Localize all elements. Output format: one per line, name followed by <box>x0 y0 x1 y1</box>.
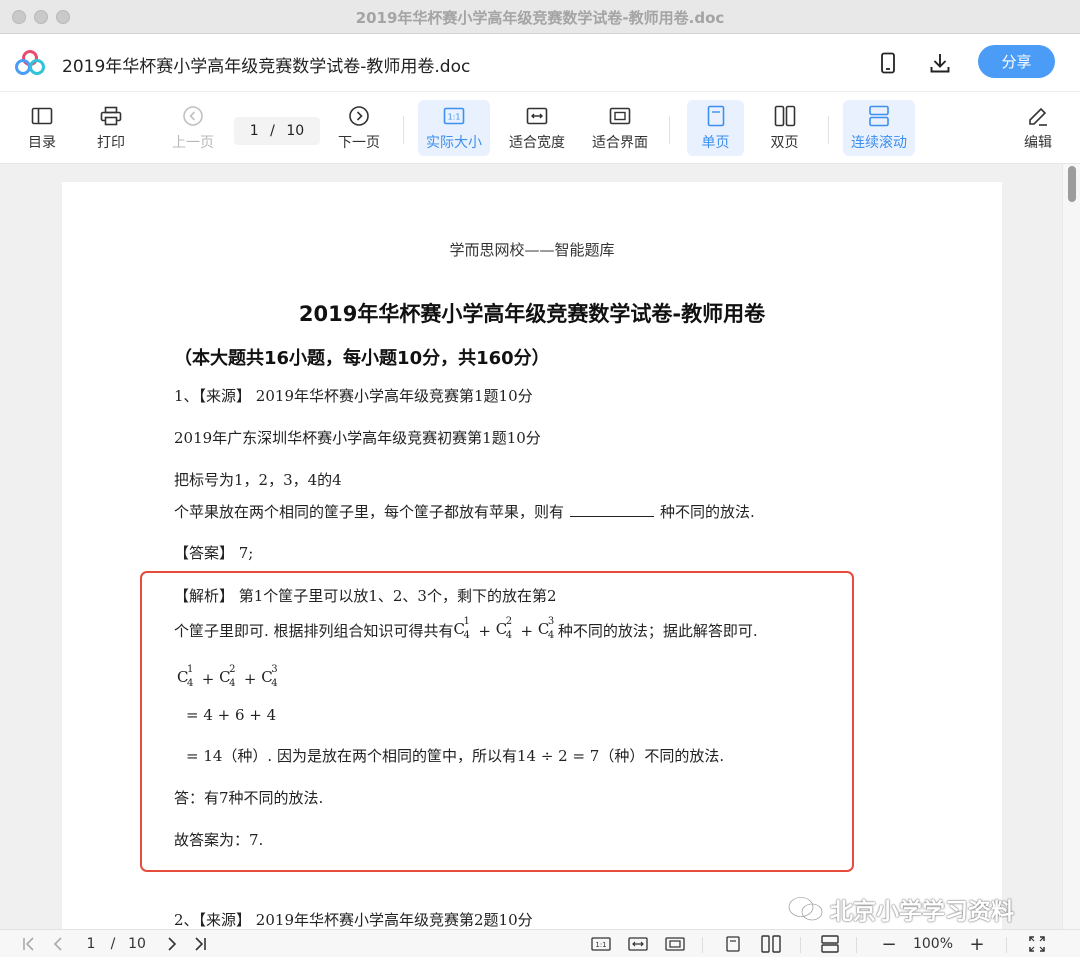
app-header: 2019年华杯赛小学高年级竞赛数学试卷-教师用卷.doc 分享 <box>0 34 1080 92</box>
continuous-scroll-icon <box>867 104 891 128</box>
combination-c4-2: C24 <box>495 616 513 641</box>
single-page-button[interactable]: 单页 <box>687 100 744 156</box>
actual-size-icon: 1:1 <box>442 104 466 128</box>
page-separator: / <box>270 123 275 139</box>
combination-c4-3: C34 <box>537 616 555 641</box>
last-page-icon[interactable] <box>189 933 211 955</box>
double-page-icon <box>773 104 797 128</box>
first-page-icon[interactable] <box>18 933 40 955</box>
page-number-field[interactable]: 1 / 10 <box>234 117 320 145</box>
edit-pencil-icon <box>1026 104 1050 128</box>
window-title: 2019年华杯赛小学高年级竞赛数学试卷-教师用卷.doc <box>355 9 725 27</box>
page-current: 1 <box>249 123 259 139</box>
q1-answer: 【答案】 7; <box>174 544 254 562</box>
single-page-icon[interactable] <box>722 933 744 955</box>
prev-page-icon[interactable] <box>48 933 68 955</box>
document-page: 学而思网校——智能题库 2019年华杯赛小学高年级竞赛数学试卷-教师用卷 （本大… <box>62 182 1002 929</box>
status-bar: 1 / 10 1:1 − 100% + <box>0 929 1080 957</box>
toolbar-divider <box>828 116 829 144</box>
formula-step1: = 4 + 6 + 4 <box>186 706 277 724</box>
toolbar-divider <box>669 116 670 144</box>
q2-source: 2、【来源】 2019年华杯赛小学高年级竞赛第2题10分 <box>174 911 533 929</box>
share-button[interactable]: 分享 <box>978 45 1055 78</box>
q1-stem-line2: 个苹果放在两个相同的筐子里，每个筐子都放有苹果，则有 种不同的放法. <box>174 503 755 521</box>
formula-step2: = 14（种）. 因为是放在两个相同的筐中，所以有14 ÷ 2 = 7（种）不同… <box>186 747 725 765</box>
fit-width-button[interactable]: 适合宽度 <box>501 100 573 156</box>
actual-size-icon[interactable]: 1:1 <box>589 933 613 955</box>
combination-c4-3: C34 <box>261 664 278 689</box>
svg-text:1:1: 1:1 <box>448 113 461 122</box>
zoom-level: 100% <box>912 936 954 952</box>
download-icon[interactable] <box>925 48 955 78</box>
document-viewport[interactable]: 学而思网校——智能题库 2019年华杯赛小学高年级竞赛数学试卷-教师用卷 （本大… <box>0 164 1080 929</box>
formula-sum: C14 + C24 + C34 <box>177 664 281 690</box>
status-divider <box>1006 937 1007 953</box>
q1-source: 1、【来源】 2019年华杯赛小学高年级竞赛第1题10分 <box>174 387 533 405</box>
fit-width-icon <box>525 104 549 128</box>
analysis-line1: 【解析】 第1个筐子里可以放1、2、3个，剩下的放在第2 <box>174 587 557 605</box>
chevron-right-circle-icon <box>347 104 371 128</box>
wechat-icon <box>788 896 823 921</box>
fit-screen-icon[interactable] <box>663 933 687 955</box>
window-titlebar: 2019年华杯赛小学高年级竞赛数学试卷-教师用卷.doc <box>0 0 1080 34</box>
status-divider <box>702 937 703 953</box>
continuous-scroll-button[interactable]: 连续滚动 <box>843 100 915 156</box>
double-page-button[interactable]: 双页 <box>756 100 813 156</box>
final-answer: 故答案为：7. <box>174 831 264 849</box>
app-logo-icon <box>14 50 46 76</box>
prev-page-button[interactable]: 上一页 <box>157 100 229 156</box>
exam-title: 2019年华杯赛小学高年级竞赛数学试卷-教师用卷 <box>298 302 766 326</box>
answer-blank <box>570 503 655 517</box>
page-header: 学而思网校——智能题库 <box>449 241 615 259</box>
combination-c4-1: C14 <box>177 664 194 689</box>
conclusion: 答：有7种不同的放法. <box>174 789 324 807</box>
single-page-icon <box>704 104 728 128</box>
toc-icon <box>30 104 54 128</box>
q1-source-detail: 2019年广东深圳华杯赛小学高年级竞赛初赛第1题10分 <box>174 429 541 447</box>
status-divider <box>856 937 857 953</box>
fit-screen-button[interactable]: 适合界面 <box>584 100 656 156</box>
scrollbar-thumb[interactable] <box>1068 166 1076 202</box>
chevron-left-circle-icon <box>181 104 205 128</box>
next-page-button[interactable]: 下一页 <box>323 100 395 156</box>
svg-text:1:1: 1:1 <box>595 941 606 949</box>
phone-icon[interactable] <box>873 48 903 78</box>
page-total: 10 <box>286 123 305 139</box>
toolbar: 目录 打印 上一页 1 / 10 下一页 1:1 实际大小 适合宽度 适合界面 … <box>0 92 1080 164</box>
fit-width-icon[interactable] <box>626 933 650 955</box>
fullscreen-icon[interactable] <box>1026 933 1048 955</box>
printer-icon <box>99 104 123 128</box>
vertical-scrollbar[interactable] <box>1062 164 1080 929</box>
continuous-scroll-icon[interactable] <box>818 933 842 955</box>
zoom-out-button[interactable]: − <box>878 933 900 955</box>
edit-button[interactable]: 编辑 <box>1002 100 1074 156</box>
section-heading: （本大题共16小题，每小题10分，共160分） <box>174 348 550 369</box>
status-divider <box>800 937 801 953</box>
next-page-icon[interactable] <box>162 933 182 955</box>
actual-size-button[interactable]: 1:1 实际大小 <box>418 100 490 156</box>
status-page-separator: / <box>110 936 116 952</box>
toolbar-divider <box>403 116 404 144</box>
fit-screen-icon <box>608 104 632 128</box>
status-page-current: 1 <box>86 936 96 952</box>
q1-stem-line1: 把标号为1，2，3，4的4 <box>174 471 342 489</box>
combination-c4-1: C14 <box>453 616 470 641</box>
double-page-icon[interactable] <box>758 933 784 955</box>
combination-c4-2: C24 <box>219 664 236 689</box>
analysis-line2: 个筐子里即可. 根据排列组合知识可得共有 C 1 4 + C24 + C 3 4 种不同的放… <box>174 616 758 641</box>
toc-button[interactable]: 目录 <box>6 100 78 156</box>
status-page-total: 10 <box>128 936 146 952</box>
zoom-in-button[interactable]: + <box>966 933 988 955</box>
document-title: 2019年华杯赛小学高年级竞赛数学试卷-教师用卷.doc <box>62 57 471 77</box>
print-button[interactable]: 打印 <box>75 100 147 156</box>
watermark: 北京小学学习资料 <box>786 892 1014 926</box>
